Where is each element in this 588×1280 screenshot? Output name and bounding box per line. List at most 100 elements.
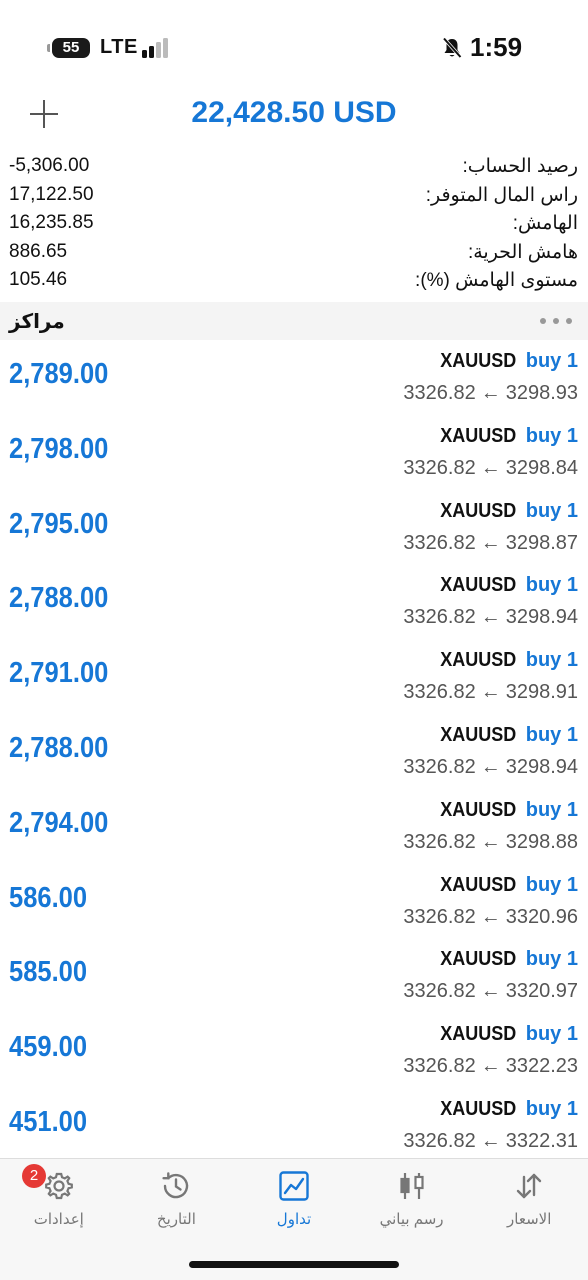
summary-value: 16,235.85 — [9, 212, 94, 233]
network-type: LTE — [100, 36, 138, 58]
position-row[interactable]: 585.00 XAUUSD buy 1 3326.82 ← 3320.97 — [0, 938, 588, 1013]
positions-list: 2,789.00 XAUUSD buy 1 3326.82 ← 3298.93 2,7… — [0, 340, 588, 1163]
position-symbol: XAUUSD — [440, 873, 517, 896]
position-profit: 2,795.00 — [9, 507, 109, 540]
position-open-price: 3298.94 — [505, 755, 578, 778]
status-bar: 55 LTE 1:59 — [0, 0, 588, 92]
arrow-left-icon: ← — [480, 382, 501, 404]
position-current-price: 3326.82 — [403, 980, 476, 1003]
arrow-left-icon: ← — [480, 1129, 501, 1152]
summary-row-equity: راس المال المتوفر: 17,122.50 — [0, 181, 588, 210]
position-symbol: XAUUSD — [440, 1097, 517, 1120]
position-row[interactable]: 2,798.00 XAUUSD buy 1 3326.82 ← 3298.84 — [0, 415, 588, 490]
tab-label: الاسعار — [507, 1211, 552, 1228]
position-open-price: 3298.87 — [505, 531, 578, 554]
tab-history[interactable]: التاريخ — [118, 1159, 236, 1239]
arrow-left-icon: ← — [480, 1055, 501, 1078]
position-row[interactable]: 2,794.00 XAUUSD buy 1 3326.82 ← 3298.88 — [0, 789, 588, 864]
position-profit: 2,791.00 — [9, 657, 109, 690]
clock: 1:59 — [470, 32, 523, 62]
header: 22,428.50 USD — [0, 92, 588, 142]
position-row[interactable]: 459.00 XAUUSD buy 1 3326.82 ← 3322.23 — [0, 1013, 588, 1088]
summary-row-margin-level: مستوى الهامش (%): 105.46 — [0, 266, 588, 295]
position-profit: 2,789.00 — [9, 358, 109, 390]
position-profit: 586.00 — [9, 881, 88, 914]
arrow-left-icon: ← — [480, 830, 501, 853]
position-row[interactable]: 2,789.00 XAUUSD buy 1 3326.82 ← 3298.93 — [0, 340, 588, 415]
position-type: buy 1 — [525, 873, 578, 896]
history-clock-icon — [162, 1172, 189, 1199]
position-type: buy 1 — [525, 649, 578, 672]
tab-settings[interactable]: 2 إعدادات — [0, 1159, 118, 1239]
position-current-price: 3326.82 — [403, 1129, 476, 1152]
position-type: buy 1 — [525, 723, 578, 746]
trade-chart-icon — [279, 1171, 309, 1201]
position-profit: 585.00 — [9, 956, 88, 989]
summary-label: رصيد الحساب: — [462, 156, 578, 177]
position-row[interactable]: 2,795.00 XAUUSD buy 1 3326.82 ← 3298.87 — [0, 490, 588, 565]
position-current-price: 3326.82 — [403, 1055, 476, 1078]
positions-section-title: مراكز — [9, 311, 65, 333]
position-symbol: XAUUSD — [440, 948, 517, 971]
position-current-price: 3326.82 — [403, 905, 476, 928]
tab-chart[interactable]: رسم بياني — [353, 1159, 471, 1239]
position-open-price: 3320.96 — [505, 905, 578, 928]
position-open-price: 3320.97 — [505, 980, 578, 1003]
tab-quotes[interactable]: الاسعار — [470, 1159, 588, 1239]
home-indicator[interactable] — [189, 1261, 399, 1268]
position-open-price: 3298.88 — [505, 830, 578, 853]
position-type: buy 1 — [525, 499, 578, 522]
position-row[interactable]: 586.00 XAUUSD buy 1 3326.82 ← 3320.96 — [0, 864, 588, 939]
gear-icon — [44, 1172, 73, 1200]
positions-section-header: مراكز — [0, 302, 588, 340]
position-row[interactable]: 2,791.00 XAUUSD buy 1 3326.82 ← 3298.91 — [0, 639, 588, 714]
summary-row-margin: الهامش: 16,235.85 — [0, 209, 588, 238]
position-profit: 2,794.00 — [9, 806, 109, 839]
position-open-price: 3298.84 — [505, 456, 578, 479]
account-balance-title: 22,428.50 USD — [191, 96, 397, 129]
summary-label: راس المال المتوفر: — [425, 184, 578, 206]
summary-value: 17,122.50 — [9, 183, 94, 205]
candlestick-chart-icon — [399, 1173, 424, 1199]
arrow-left-icon: ← — [480, 755, 501, 778]
position-row[interactable]: 2,788.00 XAUUSD buy 1 3326.82 ← 3298.94 — [0, 564, 588, 639]
position-profit: 459.00 — [9, 1031, 88, 1064]
position-profit: 2,788.00 — [9, 731, 109, 764]
position-current-price: 3326.82 — [403, 531, 476, 554]
position-type: buy 1 — [525, 574, 578, 597]
arrow-left-icon: ← — [480, 606, 501, 629]
position-symbol: XAUUSD — [440, 350, 517, 372]
position-current-price: 3326.82 — [403, 456, 476, 479]
position-row[interactable]: 2,788.00 XAUUSD buy 1 3326.82 ← 3298.94 — [0, 714, 588, 789]
position-type: buy 1 — [525, 798, 578, 821]
position-symbol: XAUUSD — [440, 723, 517, 746]
position-current-price: 3326.82 — [403, 830, 476, 853]
account-summary: رصيد الحساب: -5,306.00 راس المال المتوفر… — [0, 152, 588, 295]
position-current-price: 3326.82 — [403, 606, 476, 629]
tab-trade[interactable]: تداول — [235, 1159, 353, 1239]
position-symbol: XAUUSD — [440, 798, 517, 821]
battery-indicator: 55 — [47, 38, 90, 58]
position-symbol: XAUUSD — [440, 574, 517, 597]
position-open-price: 3298.91 — [505, 681, 578, 704]
position-open-price: 3322.23 — [505, 1055, 578, 1078]
notification-badge: 2 — [22, 1164, 46, 1188]
summary-value: 105.46 — [9, 269, 68, 290]
more-options-icon[interactable] — [540, 318, 572, 326]
position-row[interactable]: 451.00 XAUUSD buy 1 3326.82 ← 3322.31 — [0, 1088, 588, 1163]
position-profit: 2,788.00 — [9, 582, 109, 615]
signal-strength-icon — [142, 38, 170, 58]
position-type: buy 1 — [525, 1097, 578, 1120]
arrow-left-icon: ← — [480, 531, 501, 554]
arrow-left-icon: ← — [480, 980, 501, 1003]
tab-label: رسم بياني — [379, 1211, 444, 1228]
position-current-price: 3326.82 — [403, 755, 476, 778]
arrow-left-icon: ← — [480, 456, 501, 479]
summary-label: هامش الحرية: — [467, 241, 578, 263]
tab-label: إعدادات — [33, 1211, 84, 1228]
position-open-price: 3298.93 — [505, 382, 578, 404]
arrow-left-icon: ← — [480, 681, 501, 704]
position-current-price: 3326.82 — [403, 382, 476, 404]
position-symbol: XAUUSD — [440, 424, 517, 447]
arrow-left-icon: ← — [480, 905, 501, 928]
